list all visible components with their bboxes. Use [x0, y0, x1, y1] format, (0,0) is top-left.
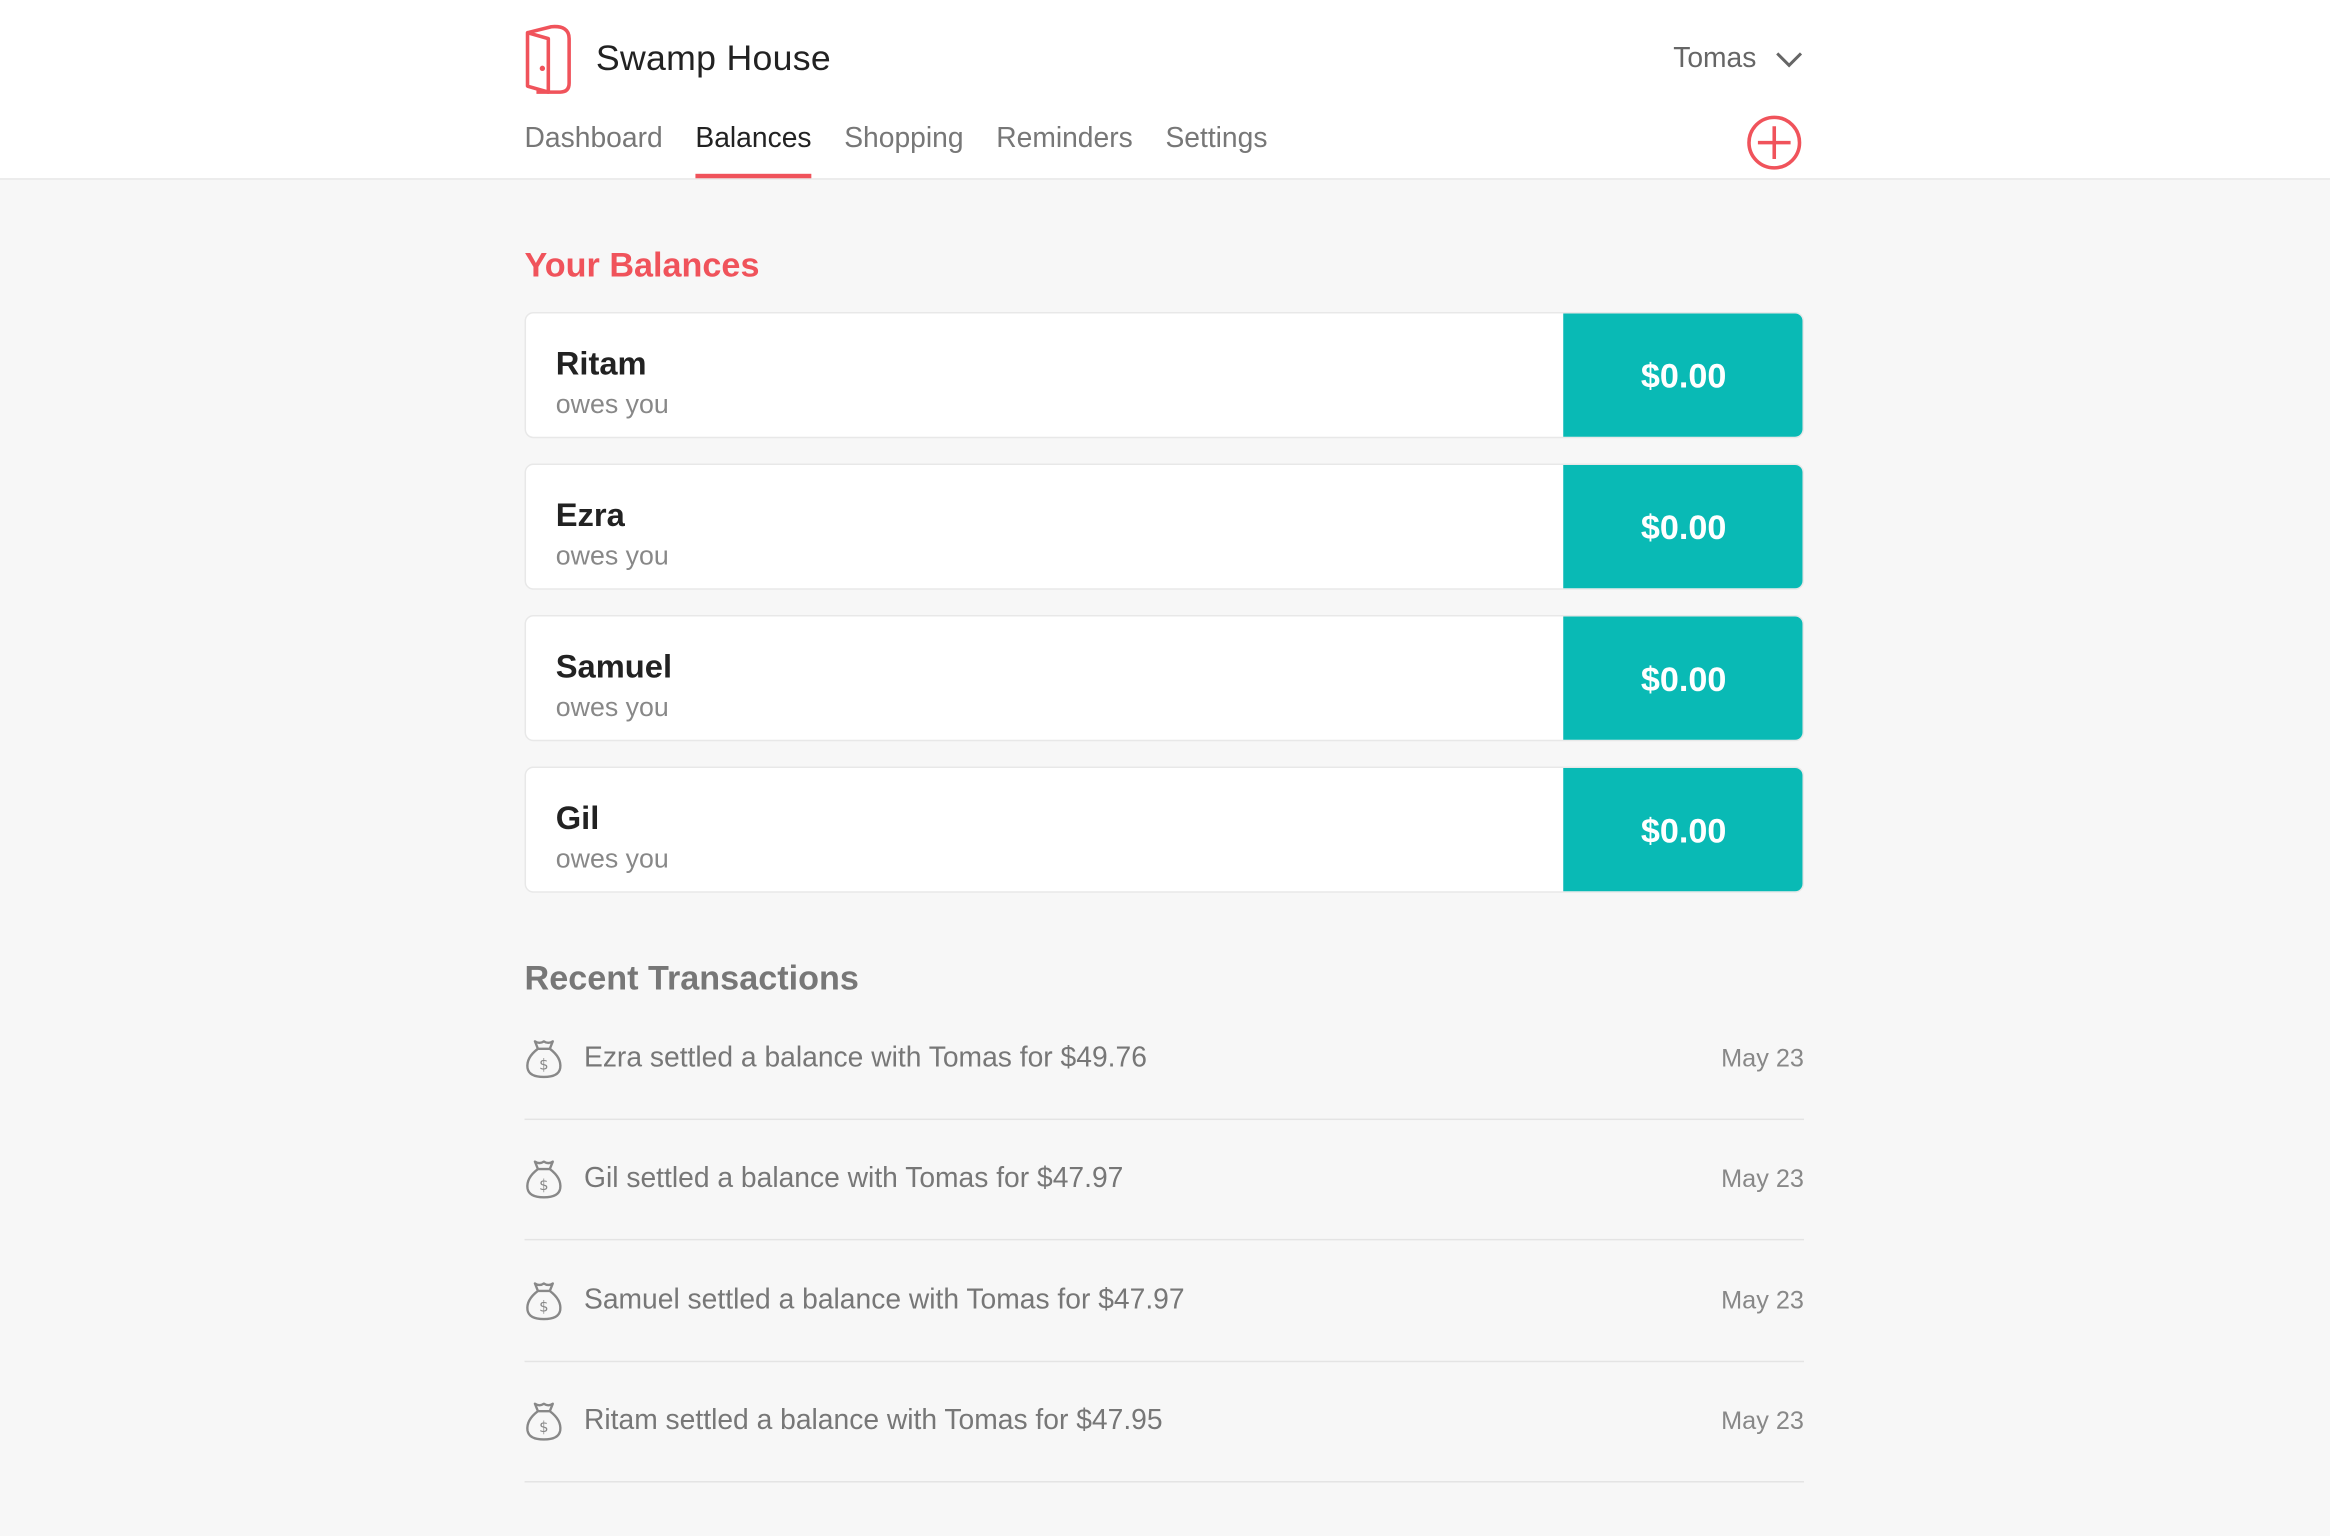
main-nav: Dashboard Balances Shopping Reminders Se… [525, 119, 1301, 179]
chevron-down-icon [1776, 52, 1802, 68]
money-bag-icon: $ [526, 1160, 562, 1199]
transaction-row[interactable]: $ Gil settled a balance with Tomas for $… [524, 1120, 1804, 1241]
money-bag-icon: $ [526, 1282, 562, 1321]
recent-transactions-title: Recent Transactions [524, 958, 859, 997]
app-window: Swamp House Tomas Dashboard Balances Sho… [0, 0, 2330, 1536]
transaction-row[interactable]: $ Samuel settled a balance with Tomas fo… [524, 1242, 1804, 1363]
tab-reminders[interactable]: Reminders [996, 119, 1133, 178]
balance-status: owes you [555, 389, 669, 419]
balance-card-ritam[interactable]: Ritam owes you $0.00 [524, 311, 1804, 439]
tab-dashboard[interactable]: Dashboard [525, 119, 663, 178]
app-title: Swamp House [595, 38, 832, 79]
transaction-date: May 23 [1721, 1164, 1804, 1193]
plus-circle-icon[interactable] [1746, 114, 1802, 170]
door-icon [525, 24, 571, 94]
user-menu[interactable]: Tomas [1673, 39, 1804, 81]
money-bag-icon: $ [526, 1040, 562, 1079]
balance-name: Ezra [555, 496, 625, 534]
transaction-text: Gil settled a balance with Tomas for $47… [583, 1163, 1124, 1195]
transaction-row[interactable]: $ Ezra settled a balance with Tomas for … [524, 1000, 1804, 1121]
balance-card-gil[interactable]: Gil owes you $0.00 [524, 766, 1804, 893]
balance-status: owes you [555, 540, 669, 571]
balance-amount-button[interactable]: $0.00 [1563, 616, 1803, 740]
svg-text:$: $ [539, 1056, 548, 1074]
svg-text:$: $ [539, 1418, 548, 1436]
svg-text:$: $ [539, 1176, 548, 1194]
balance-name: Samuel [555, 647, 673, 685]
balance-status: owes you [555, 692, 669, 722]
tab-balances[interactable]: Balances [695, 119, 812, 179]
balance-amount-button[interactable]: $0.00 [1563, 313, 1803, 437]
transaction-date: May 23 [1721, 1286, 1804, 1315]
balance-name: Gil [555, 799, 600, 837]
transaction-date: May 23 [1721, 1044, 1804, 1073]
svg-text:$: $ [539, 1298, 548, 1316]
balance-card-ezra[interactable]: Ezra owes you $0.00 [524, 463, 1804, 590]
balance-status: owes you [555, 843, 669, 874]
balance-name: Ritam [555, 344, 647, 382]
balance-card-samuel[interactable]: Samuel owes you $0.00 [524, 614, 1804, 742]
money-bag-icon: $ [526, 1402, 562, 1441]
transaction-text: Ezra settled a balance with Tomas for $4… [583, 1042, 1147, 1075]
tab-settings[interactable]: Settings [1165, 119, 1267, 178]
balance-amount-button[interactable]: $0.00 [1563, 464, 1803, 589]
top-header: Swamp House Tomas Dashboard Balances Sho… [0, 0, 2330, 180]
transaction-text: Ritam settled a balance with Tomas for $… [583, 1405, 1163, 1437]
transaction-date: May 23 [1721, 1406, 1804, 1435]
tab-shopping[interactable]: Shopping [844, 119, 963, 178]
transaction-row[interactable]: $ Ritam settled a balance with Tomas for… [524, 1362, 1804, 1483]
balances-title: Your Balances [524, 245, 760, 284]
balance-amount-button[interactable]: $0.00 [1563, 767, 1803, 892]
user-name: Tomas [1673, 43, 1757, 75]
transaction-text: Samuel settled a balance with Tomas for … [583, 1284, 1185, 1317]
